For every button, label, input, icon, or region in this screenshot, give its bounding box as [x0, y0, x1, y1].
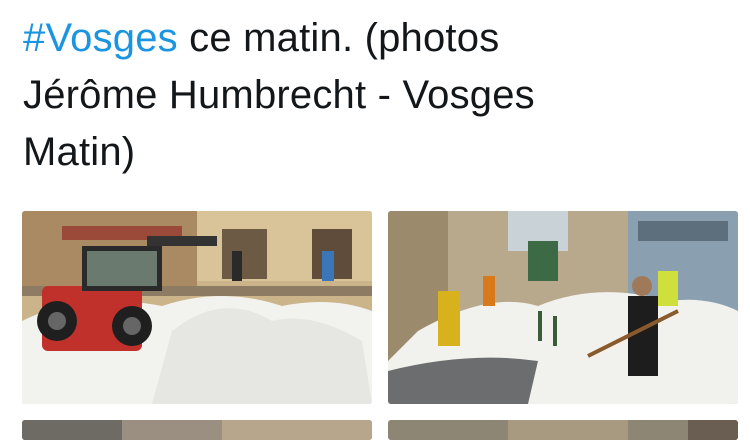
media-grid: [22, 211, 738, 440]
tweet-line-2: Jérôme Humbrecht - Vosges: [23, 73, 535, 117]
photo-hail-tractor[interactable]: [22, 211, 372, 404]
photo-1-image: [22, 211, 372, 404]
hashtag-link[interactable]: #Vosges: [23, 16, 178, 60]
photo-4-image: [388, 420, 738, 440]
photo-3-image: [22, 420, 372, 440]
tweet-line-1-text: ce matin. (photos: [177, 16, 500, 60]
photo-hail-3[interactable]: [22, 420, 372, 440]
tweet-text: #Vosges ce matin. (photos Jérôme Humbrec…: [23, 10, 723, 181]
photo-2-image: [388, 211, 738, 404]
tweet-line-3: Matin): [23, 130, 136, 174]
photo-hail-shoveling[interactable]: [388, 211, 738, 404]
tweet-line-1: #Vosges ce matin. (photos: [23, 10, 723, 67]
photo-hail-4[interactable]: [388, 420, 738, 440]
